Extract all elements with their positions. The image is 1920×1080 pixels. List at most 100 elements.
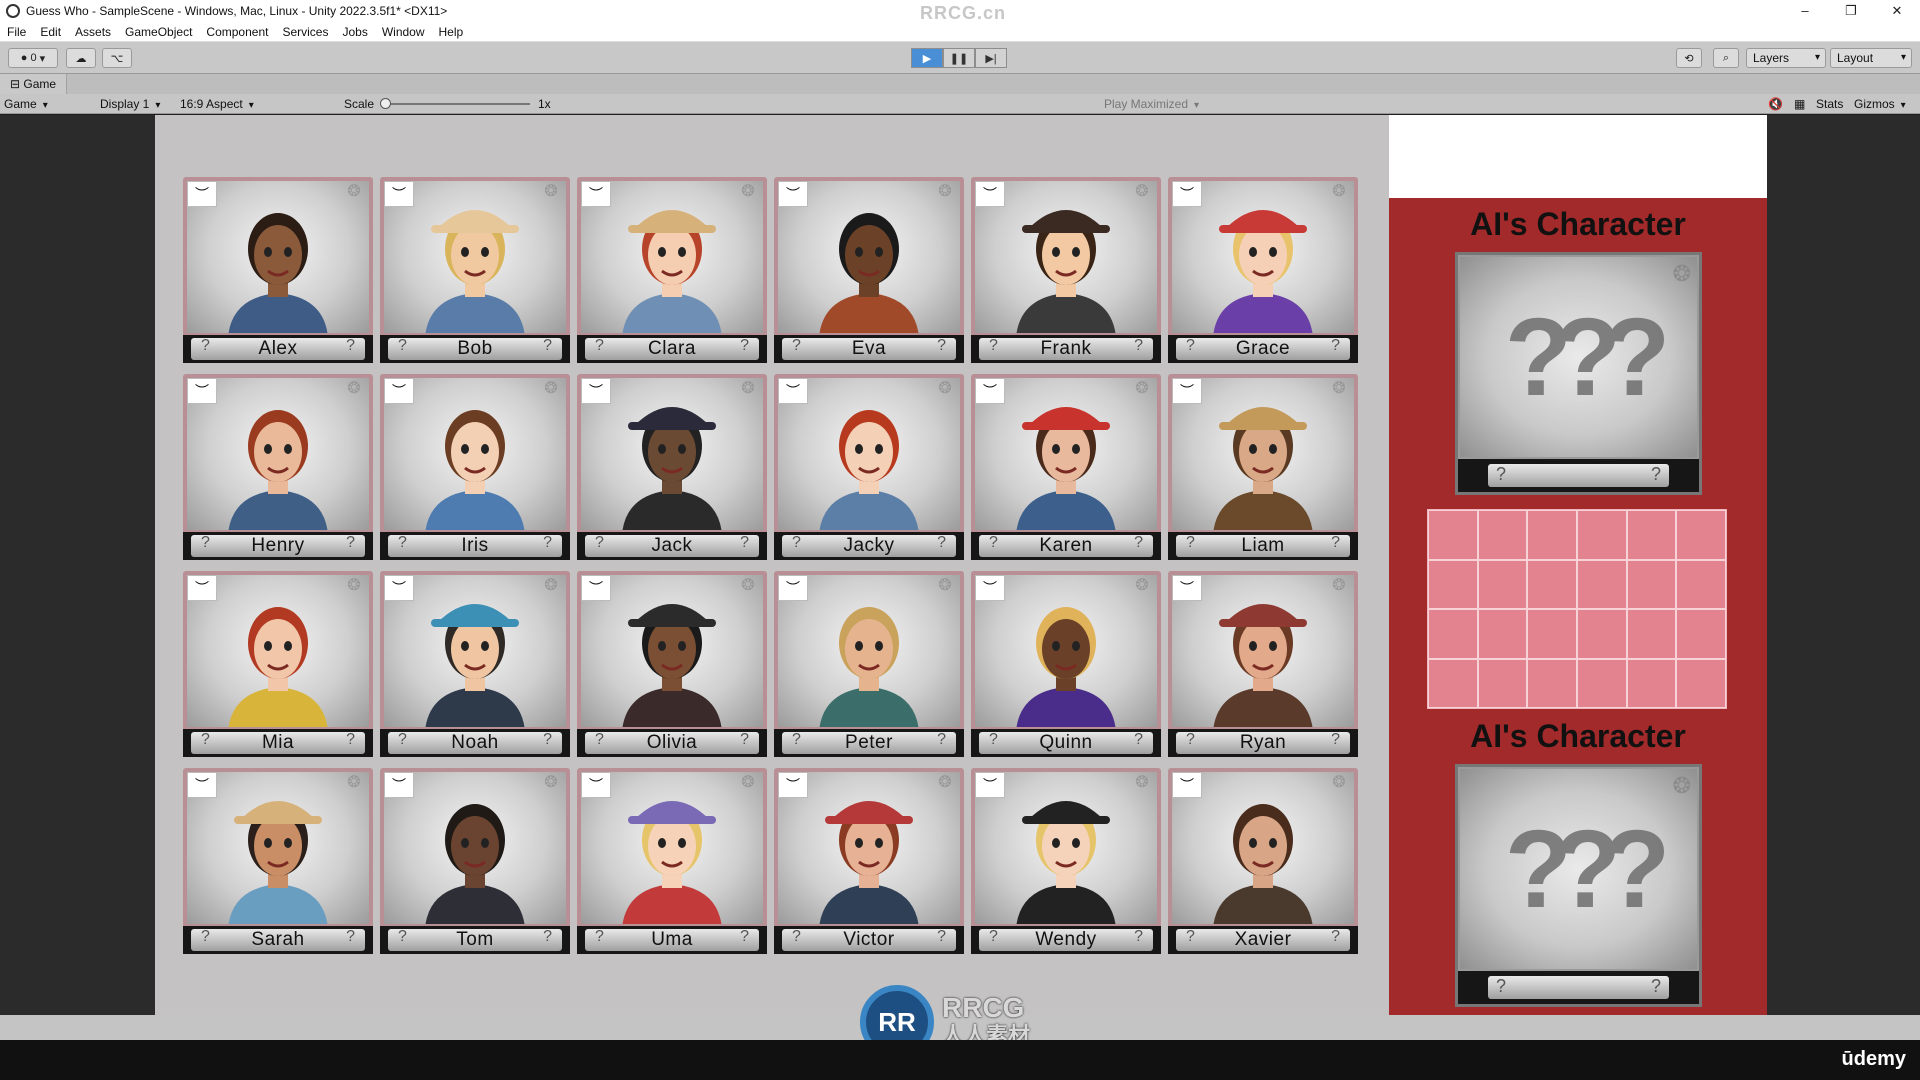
- menu-help[interactable]: Help: [432, 25, 471, 39]
- character-card[interactable]: ︶ ❂ Peter??: [774, 571, 964, 757]
- character-name: Victor: [843, 929, 895, 950]
- character-card[interactable]: ︶ ❂ Mia??: [183, 571, 373, 757]
- character-card[interactable]: ︶ ❂ Uma??: [577, 768, 767, 954]
- character-name-plate: Liam: [1176, 535, 1350, 557]
- ai-character-card-bottom[interactable]: ??? ❂ ? ?: [1455, 764, 1702, 1007]
- closed-eye-icon[interactable]: ︶: [187, 772, 217, 798]
- closed-eye-icon[interactable]: ︶: [581, 378, 611, 404]
- closed-eye-icon[interactable]: ︶: [975, 181, 1005, 207]
- closed-eye-icon[interactable]: ︶: [975, 772, 1005, 798]
- grid-icon[interactable]: ▦: [1790, 94, 1809, 114]
- character-name: Olivia: [646, 732, 698, 753]
- closed-eye-icon[interactable]: ︶: [581, 181, 611, 207]
- character-name-plate: Xavier: [1176, 929, 1350, 951]
- character-card[interactable]: ︶ ❂ Tom??: [380, 768, 570, 954]
- question-icon: ?: [346, 534, 355, 551]
- history-button[interactable]: ⟲: [1676, 48, 1702, 68]
- closed-eye-icon[interactable]: ︶: [1172, 575, 1202, 601]
- menu-gameobject[interactable]: GameObject: [118, 25, 199, 39]
- tab-game[interactable]: ⊟ Game: [0, 74, 68, 94]
- closed-eye-icon[interactable]: ︶: [778, 772, 808, 798]
- character-card[interactable]: ︶ ❂ Eva??: [774, 177, 964, 363]
- closed-eye-icon[interactable]: ︶: [187, 378, 217, 404]
- character-card[interactable]: ︶ ❂ Noah??: [380, 571, 570, 757]
- collab-button[interactable]: ⌥: [102, 48, 132, 68]
- character-card[interactable]: ︶ ❂ Frank??: [971, 177, 1161, 363]
- character-avatar: [622, 801, 722, 924]
- closed-eye-icon[interactable]: ︶: [384, 575, 414, 601]
- character-name: Clara: [648, 338, 696, 359]
- layout-dropdown[interactable]: Layout: [1830, 48, 1912, 68]
- mute-audio-icon[interactable]: 🔇: [1764, 94, 1787, 114]
- character-avatar: [819, 410, 919, 530]
- closed-eye-icon[interactable]: ︶: [1172, 378, 1202, 404]
- character-card[interactable]: ︶ ❂ Henry??: [183, 374, 373, 560]
- character-card[interactable]: ︶ ❂ Bob??: [380, 177, 570, 363]
- character-card[interactable]: ︶ ❂ Karen??: [971, 374, 1161, 560]
- character-card[interactable]: ︶ ❂ Alex??: [183, 177, 373, 363]
- pause-button[interactable]: ❚❚: [943, 48, 975, 68]
- closed-eye-icon[interactable]: ︶: [975, 575, 1005, 601]
- closed-eye-icon[interactable]: ︶: [187, 181, 217, 207]
- character-card[interactable]: ︶ ❂ Wendy??: [971, 768, 1161, 954]
- closed-eye-icon[interactable]: ︶: [778, 575, 808, 601]
- scale-slider-handle[interactable]: [380, 98, 391, 109]
- closed-eye-icon[interactable]: ︶: [384, 378, 414, 404]
- brain-icon: ❂: [1332, 577, 1346, 594]
- layers-dropdown[interactable]: Layers: [1746, 48, 1826, 68]
- gizmos-dropdown[interactable]: Gizmos: [1850, 94, 1910, 114]
- character-card[interactable]: ︶ ❂ Olivia??: [577, 571, 767, 757]
- menu-jobs[interactable]: Jobs: [335, 25, 374, 39]
- closed-eye-icon[interactable]: ︶: [1172, 181, 1202, 207]
- character-name: Sarah: [251, 929, 305, 950]
- question-icon: ?: [989, 928, 998, 945]
- search-button[interactable]: ⌕: [1713, 48, 1739, 68]
- closed-eye-icon[interactable]: ︶: [384, 181, 414, 207]
- name-bar: Tom??: [380, 926, 570, 954]
- closed-eye-icon[interactable]: ︶: [187, 575, 217, 601]
- menu-window[interactable]: Window: [375, 25, 432, 39]
- ai-name-bar: ? ?: [1458, 459, 1699, 492]
- menu-file[interactable]: File: [0, 25, 33, 39]
- character-card[interactable]: ︶ ❂ Victor??: [774, 768, 964, 954]
- view-dropdown[interactable]: Game: [0, 94, 88, 114]
- step-button[interactable]: ▶|: [975, 48, 1007, 68]
- scale-slider-track[interactable]: [385, 103, 530, 105]
- character-card[interactable]: ︶ ❂ Jack??: [577, 374, 767, 560]
- name-bar: Jack??: [577, 532, 767, 560]
- cloud-button[interactable]: ☁: [66, 48, 96, 68]
- character-card[interactable]: ︶ ❂ Grace??: [1168, 177, 1358, 363]
- closed-eye-icon[interactable]: ︶: [778, 378, 808, 404]
- character-card[interactable]: ︶ ❂ Clara??: [577, 177, 767, 363]
- menu-component[interactable]: Component: [199, 25, 275, 39]
- game-view-controls: Game Display 1 16:9 Aspect Scale 1x Play…: [0, 94, 1920, 114]
- closed-eye-icon[interactable]: ︶: [581, 575, 611, 601]
- question-icon: ?: [346, 337, 355, 354]
- closed-eye-icon[interactable]: ︶: [581, 772, 611, 798]
- character-card[interactable]: ︶ ❂ Quinn??: [971, 571, 1161, 757]
- display-dropdown[interactable]: Display 1: [96, 94, 174, 114]
- close-button[interactable]: ✕: [1874, 0, 1920, 22]
- minimize-button[interactable]: –: [1782, 0, 1828, 22]
- account-button[interactable]: ● 0 ▾: [8, 48, 58, 68]
- character-card[interactable]: ︶ ❂ Xavier??: [1168, 768, 1358, 954]
- ai-character-card-top[interactable]: ??? ❂ ? ?: [1455, 252, 1702, 495]
- character-card[interactable]: ︶ ❂ Liam??: [1168, 374, 1358, 560]
- stats-button[interactable]: Stats: [1812, 94, 1847, 114]
- play-mode-dropdown[interactable]: Play Maximized: [1100, 94, 1203, 114]
- character-card[interactable]: ︶ ❂ Iris??: [380, 374, 570, 560]
- menu-services[interactable]: Services: [275, 25, 335, 39]
- closed-eye-icon[interactable]: ︶: [1172, 772, 1202, 798]
- aspect-dropdown[interactable]: 16:9 Aspect: [176, 94, 334, 114]
- character-card[interactable]: ︶ ❂ Ryan??: [1168, 571, 1358, 757]
- character-name-plate: Jack: [585, 535, 759, 557]
- closed-eye-icon[interactable]: ︶: [975, 378, 1005, 404]
- menu-edit[interactable]: Edit: [33, 25, 68, 39]
- closed-eye-icon[interactable]: ︶: [778, 181, 808, 207]
- closed-eye-icon[interactable]: ︶: [384, 772, 414, 798]
- play-button[interactable]: ▶: [911, 48, 943, 68]
- character-card[interactable]: ︶ ❂ Jacky??: [774, 374, 964, 560]
- character-card[interactable]: ︶ ❂ Sarah??: [183, 768, 373, 954]
- maximize-button[interactable]: ❐: [1828, 0, 1874, 22]
- menu-assets[interactable]: Assets: [68, 25, 118, 39]
